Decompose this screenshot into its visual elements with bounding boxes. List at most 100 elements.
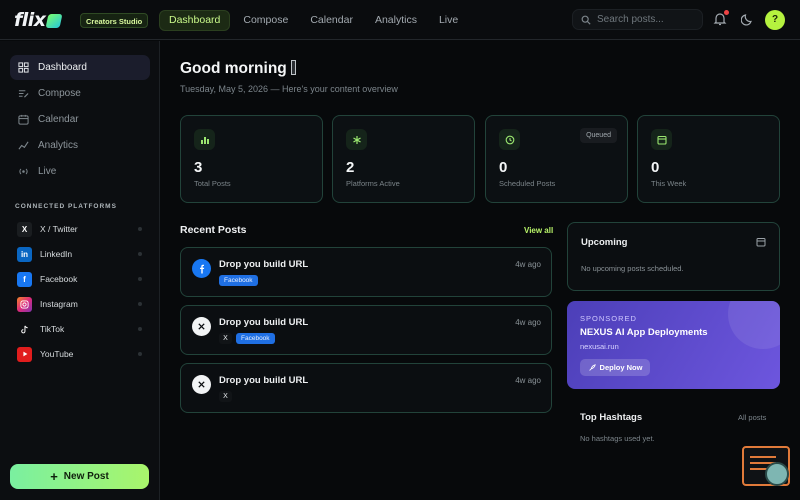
sponsored-card[interactable]: SPONSORED NEXUS AI App Deployments nexus… bbox=[567, 301, 780, 389]
stat-value: 0 bbox=[651, 159, 660, 176]
nav-live[interactable]: Live bbox=[430, 10, 467, 31]
sidebar-item-live[interactable]: Live bbox=[10, 159, 150, 184]
status-badge: Queued bbox=[580, 128, 617, 143]
page-subtitle: Tuesday, May 5, 2026 — Here's your conte… bbox=[180, 84, 398, 94]
sidebar-item-label: Analytics bbox=[38, 140, 79, 151]
linkedin-icon: in bbox=[17, 246, 32, 262]
nav-dashboard[interactable]: Dashboard bbox=[159, 10, 231, 31]
nav-compose[interactable]: Compose bbox=[234, 10, 297, 31]
sponsored-url: nexusai.run bbox=[580, 342, 619, 351]
sidebar-item-calendar[interactable]: Calendar bbox=[10, 107, 150, 132]
search-box[interactable] bbox=[572, 9, 703, 30]
post-title: Drop you build URL bbox=[219, 259, 309, 270]
post-time: 4w ago bbox=[515, 376, 541, 385]
calendar-icon[interactable] bbox=[756, 237, 766, 247]
platform-label: TikTok bbox=[40, 324, 65, 334]
bar-chart-icon bbox=[194, 129, 215, 150]
platform-instagram[interactable]: Instagram bbox=[17, 296, 145, 312]
platform-x-twitter[interactable]: X X / Twitter bbox=[17, 221, 145, 237]
avatar[interactable]: ? bbox=[765, 10, 785, 30]
hashtags-empty-text: No hashtags used yet. bbox=[580, 434, 655, 443]
notification-dot bbox=[724, 10, 729, 15]
platforms-heading: CONNECTED PLATFORMS bbox=[15, 203, 117, 210]
platform-tag: X bbox=[219, 333, 232, 344]
sidebar-item-compose[interactable]: Compose bbox=[10, 81, 150, 106]
search-icon bbox=[581, 15, 591, 25]
upcoming-title: Upcoming bbox=[581, 237, 628, 248]
platform-tiktok[interactable]: TikTok bbox=[17, 321, 145, 337]
x-icon: X bbox=[17, 221, 32, 237]
upcoming-empty-text: No upcoming posts scheduled. bbox=[581, 264, 684, 273]
platform-facebook[interactable]: f Facebook bbox=[17, 271, 145, 287]
post-card[interactable]: Drop you build URL 4w ago X bbox=[180, 363, 552, 413]
app-logo[interactable]: flix bbox=[14, 9, 63, 31]
facebook-icon bbox=[192, 259, 211, 278]
app-root: flix Creators Studio Dashboard Compose C… bbox=[0, 0, 800, 500]
logo-text: flix bbox=[14, 9, 46, 31]
platform-label: X / Twitter bbox=[40, 224, 78, 234]
new-post-button[interactable]: + New Post bbox=[10, 464, 149, 489]
post-title: Drop you build URL bbox=[219, 317, 309, 328]
widget-lines bbox=[750, 456, 776, 458]
platform-label: Instagram bbox=[40, 299, 78, 309]
stat-label: Platforms Active bbox=[346, 179, 400, 188]
stat-card-scheduled: Queued 0 Scheduled Posts bbox=[485, 115, 628, 203]
plus-icon: + bbox=[50, 469, 58, 484]
stat-value: 0 bbox=[499, 159, 508, 176]
sidebar-item-analytics[interactable]: Analytics bbox=[10, 133, 150, 158]
studio-badge: Creators Studio bbox=[80, 13, 149, 28]
top-bar: flix Creators Studio Dashboard Compose C… bbox=[0, 0, 800, 40]
youtube-icon bbox=[17, 346, 32, 362]
status-dot bbox=[138, 252, 142, 256]
sponsored-title: NEXUS AI App Deployments bbox=[580, 327, 708, 338]
terminal-search-widget-icon[interactable] bbox=[742, 446, 790, 486]
facebook-icon: f bbox=[17, 271, 32, 287]
sidebar-item-dashboard[interactable]: Dashboard bbox=[10, 55, 150, 80]
deploy-now-button[interactable]: Deploy Now bbox=[580, 359, 650, 376]
platform-youtube[interactable]: YouTube bbox=[17, 346, 145, 362]
status-dot bbox=[138, 302, 142, 306]
sidebar-item-label: Calendar bbox=[38, 114, 79, 125]
stat-card-total-posts: 3 Total Posts bbox=[180, 115, 323, 203]
logo-mark-icon bbox=[45, 14, 63, 28]
stat-label: This Week bbox=[651, 179, 687, 188]
post-card[interactable]: Drop you build URL 4w ago X Facebook bbox=[180, 305, 552, 355]
calendar-icon bbox=[18, 114, 29, 125]
post-time: 4w ago bbox=[515, 318, 541, 327]
stat-card-this-week: 0 This Week bbox=[637, 115, 780, 203]
sidebar-item-label: Live bbox=[38, 166, 57, 177]
sidebar-item-label: Dashboard bbox=[38, 62, 87, 73]
nav-calendar[interactable]: Calendar bbox=[301, 10, 362, 31]
post-tags: X bbox=[219, 391, 232, 402]
search-input[interactable] bbox=[597, 14, 697, 25]
status-dot bbox=[138, 352, 142, 356]
x-icon bbox=[192, 317, 211, 336]
sponsored-label: SPONSORED bbox=[580, 314, 637, 323]
status-dot bbox=[138, 227, 142, 231]
compose-icon bbox=[18, 90, 29, 98]
all-posts-link[interactable]: All posts bbox=[738, 413, 766, 422]
view-all-link[interactable]: View all bbox=[524, 226, 553, 235]
deploy-label: Deploy Now bbox=[599, 363, 643, 372]
post-title: Drop you build URL bbox=[219, 375, 309, 386]
post-card[interactable]: Drop you build URL 4w ago Facebook bbox=[180, 247, 552, 297]
rocket-icon bbox=[588, 363, 596, 371]
stat-card-platforms: 2 Platforms Active bbox=[332, 115, 475, 203]
calendar-icon bbox=[651, 129, 672, 150]
instagram-icon bbox=[17, 296, 32, 312]
stat-value: 3 bbox=[194, 159, 203, 176]
status-dot bbox=[138, 327, 142, 331]
top-hashtags-title: Top Hashtags bbox=[580, 412, 643, 423]
platform-linkedin[interactable]: in LinkedIn bbox=[17, 246, 145, 262]
nav-analytics[interactable]: Analytics bbox=[366, 10, 426, 31]
tiktok-icon bbox=[17, 321, 32, 337]
platform-tag: Facebook bbox=[236, 333, 275, 344]
platform-tag: Facebook bbox=[219, 275, 258, 286]
stat-label: Scheduled Posts bbox=[499, 179, 556, 188]
platform-label: Facebook bbox=[40, 274, 78, 284]
decorative-circle bbox=[728, 301, 780, 349]
platform-label: LinkedIn bbox=[40, 249, 73, 259]
status-dot bbox=[138, 277, 142, 281]
upcoming-panel: Upcoming No upcoming posts scheduled. bbox=[567, 222, 780, 291]
moon-icon[interactable] bbox=[741, 12, 755, 26]
